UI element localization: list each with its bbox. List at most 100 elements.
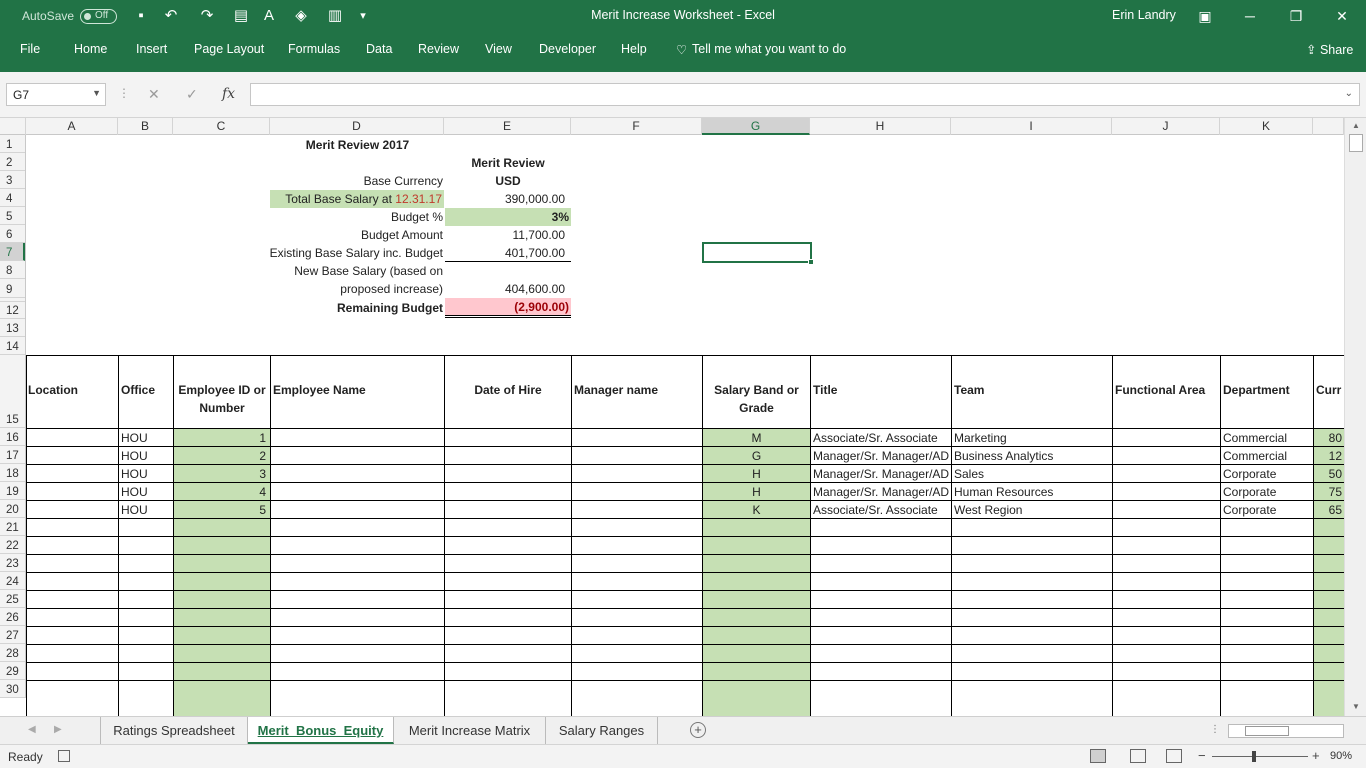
fill-handle[interactable] — [808, 259, 814, 265]
cell-department[interactable]: Corporate — [1221, 501, 1313, 519]
row-header-16[interactable]: 16 — [0, 428, 25, 446]
header-employee-name[interactable]: Employee Name — [271, 381, 444, 399]
cell-salary-band[interactable]: G — [703, 447, 810, 465]
cell-employee-id[interactable]: 4 — [174, 483, 268, 501]
total-base-value[interactable]: 390,000.00 — [445, 190, 567, 208]
base-currency-value[interactable]: USD — [445, 172, 571, 190]
cell-team[interactable]: Business Analytics — [952, 447, 1112, 465]
row-header-15[interactable]: 15 — [0, 355, 25, 428]
next-sheet-icon[interactable]: ▶ — [54, 724, 62, 735]
row-header-2[interactable]: 2 — [0, 153, 25, 171]
scroll-down-icon[interactable]: ▼ — [1350, 702, 1362, 714]
budget-amount-label[interactable]: Budget Amount — [270, 226, 445, 244]
cell-team[interactable]: Human Resources — [952, 483, 1112, 501]
column-header-next[interactable] — [1313, 118, 1344, 135]
new-base-value[interactable]: 404,600.00 — [445, 280, 567, 298]
cell-office[interactable]: HOU — [119, 465, 173, 483]
tab-formulas[interactable]: Formulas — [288, 42, 340, 56]
cell-employee-id[interactable]: 5 — [174, 501, 268, 519]
column-header-f[interactable]: F — [571, 118, 702, 135]
page-layout-view-icon[interactable] — [1130, 749, 1146, 763]
drag-handle-icon[interactable]: ⋮ — [118, 86, 130, 100]
selected-cell-g7[interactable] — [702, 242, 814, 265]
column-header-b[interactable]: B — [118, 118, 173, 135]
tab-home[interactable]: Home — [74, 42, 107, 56]
cell-salary-band[interactable]: K — [703, 501, 810, 519]
tab-split-handle-icon[interactable]: ⋮ — [1210, 724, 1220, 735]
cell-current-salary[interactable]: 65 — [1314, 501, 1344, 519]
tab-file[interactable]: File — [20, 42, 40, 56]
tab-page-layout[interactable]: Page Layout — [194, 42, 264, 56]
row-header-7[interactable]: 7 — [0, 243, 25, 261]
column-header-a[interactable]: A — [26, 118, 118, 135]
cell-department[interactable]: Commercial — [1221, 429, 1313, 447]
row-header-12[interactable]: 12 — [0, 302, 25, 319]
cell-department[interactable]: Corporate — [1221, 483, 1313, 501]
summary-title[interactable]: Merit Review 2017 — [270, 136, 445, 154]
cell-salary-band[interactable]: M — [703, 429, 810, 447]
total-base-label[interactable]: Total Base Salary at 12.31.17 — [270, 190, 444, 208]
column-header-j[interactable]: J — [1112, 118, 1220, 135]
macro-record-icon[interactable] — [58, 750, 70, 762]
column-header-k[interactable]: K — [1220, 118, 1313, 135]
header-current[interactable]: Curr — [1314, 381, 1344, 399]
tab-developer[interactable]: Developer — [539, 42, 596, 56]
share-button[interactable]: ⇪ Share — [1306, 42, 1353, 57]
row-header-8[interactable]: 8 — [0, 261, 25, 279]
hscroll-thumb[interactable] — [1245, 726, 1289, 736]
zoom-level[interactable]: 90% — [1330, 750, 1352, 762]
cell-title[interactable]: Manager/Sr. Manager/AD — [811, 465, 951, 483]
row-header-5[interactable]: 5 — [0, 207, 25, 225]
row-header-9[interactable]: 9 — [0, 279, 25, 298]
cell-office[interactable]: HOU — [119, 447, 173, 465]
column-header-i[interactable]: I — [951, 118, 1112, 135]
row-header-23[interactable]: 23 — [0, 554, 25, 572]
cell-department[interactable]: Corporate — [1221, 465, 1313, 483]
row-header-22[interactable]: 22 — [0, 536, 25, 554]
tab-view[interactable]: View — [485, 42, 512, 56]
column-header-g[interactable]: G — [702, 118, 810, 135]
zoom-slider-knob[interactable] — [1252, 751, 1256, 762]
cell-title[interactable]: Associate/Sr. Associate — [811, 501, 951, 519]
row-header-6[interactable]: 6 — [0, 225, 25, 243]
column-header-d[interactable]: D — [270, 118, 444, 135]
header-salary-band-2[interactable]: Grade — [703, 399, 810, 417]
tell-me-search[interactable]: Tell me what you want to do — [692, 42, 846, 56]
cell-employee-id[interactable]: 2 — [174, 447, 268, 465]
row-header-24[interactable]: 24 — [0, 572, 25, 590]
row-header-21[interactable]: 21 — [0, 518, 25, 536]
cell-salary-band[interactable]: H — [703, 483, 810, 501]
remaining-label[interactable]: Remaining Budget — [270, 299, 445, 317]
minimize-icon[interactable]: ─ — [1240, 6, 1260, 26]
cell-team[interactable]: West Region — [952, 501, 1112, 519]
cell-employee-id[interactable]: 1 — [174, 429, 268, 447]
budget-amount-value[interactable]: 11,700.00 — [445, 226, 567, 244]
prev-sheet-icon[interactable]: ◀ — [28, 724, 36, 735]
header-title[interactable]: Title — [811, 381, 951, 399]
expand-formula-icon[interactable]: ⌄ — [1345, 88, 1353, 99]
sheet-tab-ratings[interactable]: Ratings Spreadsheet — [100, 717, 248, 744]
row-header-25[interactable]: 25 — [0, 590, 25, 608]
cell-current-salary[interactable]: 75 — [1314, 483, 1344, 501]
sheet-tab-salary-ranges[interactable]: Salary Ranges — [546, 717, 658, 744]
horizontal-scrollbar[interactable] — [1228, 724, 1344, 738]
zoom-slider[interactable] — [1212, 751, 1308, 762]
chevron-down-icon[interactable]: ▼ — [92, 88, 101, 98]
column-header-e[interactable]: E — [444, 118, 571, 135]
ribbon-display-icon[interactable]: ▣ — [1195, 6, 1215, 26]
cell-office[interactable]: HOU — [119, 429, 173, 447]
enter-icon[interactable]: ✓ — [186, 86, 198, 103]
merit-review-heading[interactable]: Merit Review — [445, 154, 571, 172]
scroll-up-icon[interactable]: ▲ — [1350, 121, 1362, 133]
header-employee-id-2[interactable]: Number — [174, 399, 270, 417]
row-header-30[interactable]: 30 — [0, 680, 25, 698]
row-header-27[interactable]: 27 — [0, 626, 25, 644]
cell-office[interactable]: HOU — [119, 501, 173, 519]
page-break-view-icon[interactable] — [1166, 749, 1182, 763]
add-sheet-icon[interactable]: + — [690, 722, 706, 738]
header-manager-name[interactable]: Manager name — [572, 381, 702, 399]
header-employee-id-1[interactable]: Employee ID or — [174, 381, 270, 399]
tab-insert[interactable]: Insert — [136, 42, 167, 56]
row-header-19[interactable]: 19 — [0, 482, 25, 500]
row-header-20[interactable]: 20 — [0, 500, 25, 518]
